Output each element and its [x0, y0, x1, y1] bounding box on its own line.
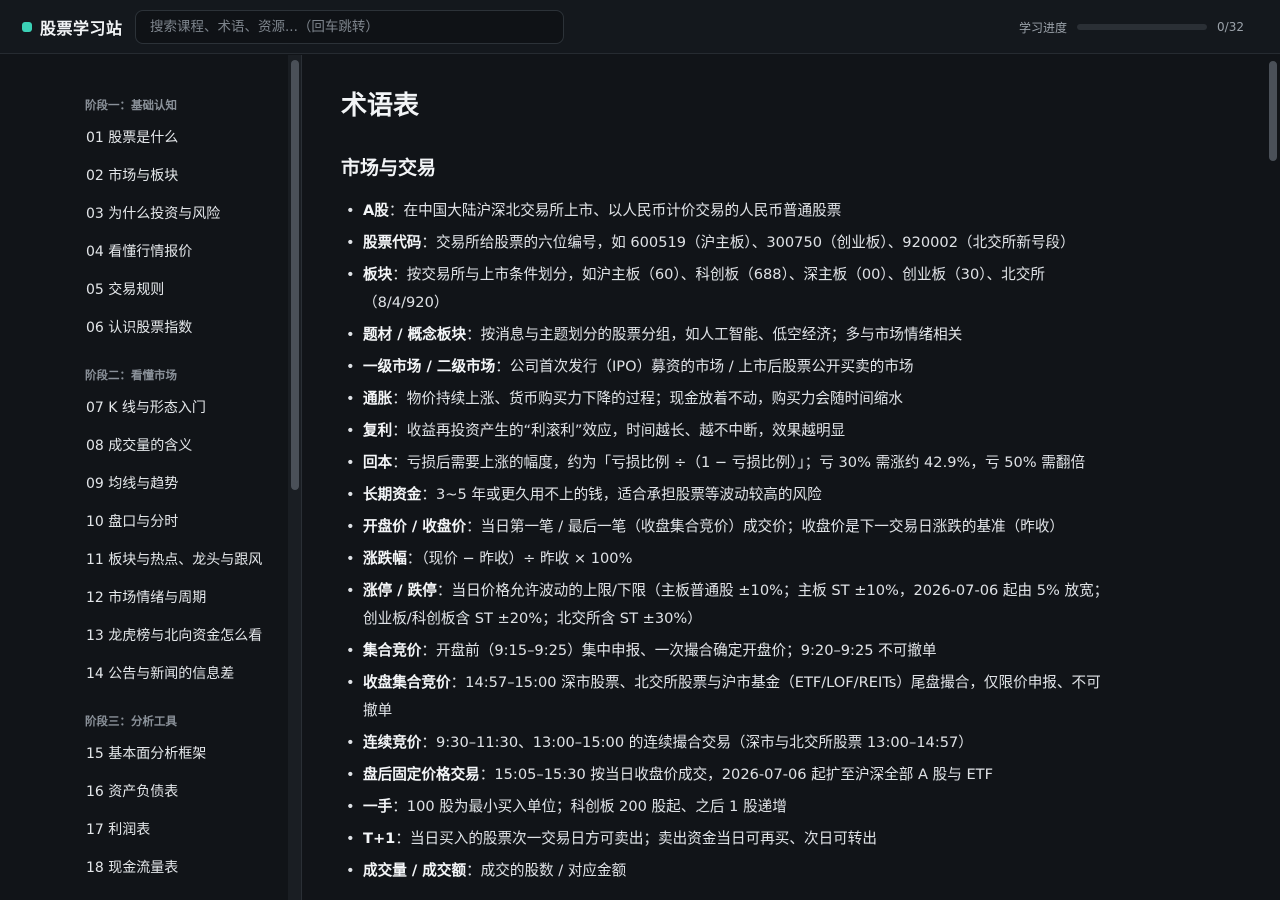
sidebar-item-06[interactable]: 06 认识股票指数	[85, 309, 220, 347]
term-item: 通胀：物价持续上涨、货币购买力下降的过程；现金放着不动，购买力会随时间缩水	[341, 385, 1111, 413]
sidebar-item-02[interactable]: 02 市场与板块	[85, 157, 220, 195]
term-name: 复利	[363, 422, 393, 439]
stage-title: 阶段三：分析工具	[85, 714, 177, 728]
term-name: 回本	[363, 454, 393, 471]
sidebar-item-04[interactable]: 04 看懂行情报价	[85, 233, 220, 271]
term-name: 长期资金	[363, 486, 422, 503]
main-content: 术语表 市场与交易 A股：在中国大陆沪深北交易所上市、以人民币计价交易的人民币普…	[303, 55, 1265, 900]
stage-title: 阶段二：看懂市场	[85, 368, 177, 382]
term-definition: ：亏损后需要上涨的幅度，约为「亏损比例 ÷（1 − 亏损比例）」；亏 30% 需…	[392, 454, 1086, 471]
sidebar-item-14[interactable]: 14 公告与新闻的信息差	[85, 655, 262, 693]
sidebar-item-03[interactable]: 03 为什么投资与风险	[85, 195, 220, 233]
term-definition: ：开盘前（9:15–9:25）集中申报、一次撮合确定开盘价；9:20–9:25 …	[421, 642, 937, 659]
term-name: 涨跌幅	[363, 550, 407, 567]
term-item: 连续竞价：9:30–11:30、13:00–15:00 的连续撮合交易（深市与北…	[341, 729, 1111, 757]
progress-count: 0/32	[1217, 20, 1244, 34]
term-name: 涨停 / 跌停	[363, 582, 437, 599]
term-name: 股票代码	[363, 234, 422, 251]
term-name: 通胀	[363, 390, 393, 407]
term-name: 题材 / 概念板块	[363, 326, 467, 343]
term-item: 收盘集合竞价：14:57–15:00 深市股票、北交所股票与沪市基金（ETF/L…	[341, 669, 1111, 725]
sidebar-item-17[interactable]: 17 利润表	[85, 811, 206, 849]
main-scrollbar[interactable]	[1266, 55, 1280, 900]
sidebar-item-15[interactable]: 15 基本面分析框架	[85, 735, 206, 773]
learning-progress: 学习进度 0/32	[1019, 17, 1244, 37]
stage-1: 阶段一：基础认知 01 股票是什么 02 市场与板块 03 为什么投资与风险 0…	[0, 95, 220, 347]
term-definition: ：物价持续上涨、货币购买力下降的过程；现金放着不动，购买力会随时间缩水	[392, 390, 903, 407]
term-item: 板块：按交易所与上市条件划分，如沪主板（60）、科创板（688）、深主板（00）…	[341, 261, 1111, 317]
sidebar-item-18[interactable]: 18 现金流量表	[85, 849, 206, 887]
term-name: 收盘集合竞价	[363, 674, 451, 691]
term-definition: ：按消息与主题划分的股票分组，如人工智能、低空经济；多与市场情绪相关	[466, 326, 963, 343]
sidebar: 阶段一：基础认知 01 股票是什么 02 市场与板块 03 为什么投资与风险 0…	[0, 55, 288, 900]
term-name: 集合竞价	[363, 642, 422, 659]
term-definition: ：15:05–15:30 按当日收盘价成交，2026-07-06 起扩至沪深全部…	[479, 766, 993, 783]
brand-logo-icon	[22, 22, 32, 32]
term-definition: ：3~5 年或更久用不上的钱，适合承担股票等波动较高的风险	[421, 486, 822, 503]
term-definition: ：公司首次发行（IPO）募资的市场 / 上市后股票公开买卖的市场	[495, 358, 914, 375]
main-scrollbar-thumb[interactable]	[1269, 61, 1277, 161]
term-name: 成交量 / 成交额	[363, 862, 467, 879]
section-title: 市场与交易	[341, 157, 437, 179]
term-definition: ：14:57–15:00 深市股票、北交所股票与沪市基金（ETF/LOF/REI…	[363, 674, 1101, 719]
term-item: 复利：收益再投资产生的“利滚利”效应，时间越长、越不中断，效果越明显	[341, 417, 1111, 445]
sidebar-item-16[interactable]: 16 资产负债表	[85, 773, 206, 811]
term-definition: ：9:30–11:30、13:00–15:00 的连续撮合交易（深市与北交所股票…	[421, 734, 973, 751]
term-name: 盘后固定价格交易	[363, 766, 480, 783]
stage-3: 阶段三：分析工具 15 基本面分析框架 16 资产负债表 17 利润表 18 现…	[0, 711, 206, 887]
term-item: 涨跌幅：（现价 − 昨收）÷ 昨收 × 100%	[341, 545, 1111, 573]
term-definition: ：当日买入的股票次一交易日方可卖出；卖出资金当日可再买、次日可转出	[395, 830, 877, 847]
term-definition: ：当日价格允许波动的上限/下限（主板普通股 ±10%；主板 ST ±10%，20…	[363, 582, 1109, 627]
term-item: 一手：100 股为最小买入单位；科创板 200 股起、之后 1 股递增	[341, 793, 1111, 821]
term-definition: ：100 股为最小买入单位；科创板 200 股起、之后 1 股递增	[392, 798, 787, 815]
term-name: 连续竞价	[363, 734, 422, 751]
term-definition: ：（现价 − 昨收）÷ 昨收 × 100%	[406, 550, 633, 567]
sidebar-item-01[interactable]: 01 股票是什么	[85, 119, 220, 157]
brand[interactable]: 股票学习站	[22, 17, 123, 38]
term-item: 集合竞价：开盘前（9:15–9:25）集中申报、一次撮合确定开盘价；9:20–9…	[341, 637, 1111, 665]
progress-label: 学习进度	[1019, 20, 1068, 35]
progress-bar	[1077, 24, 1208, 30]
term-definition: ：在中国大陆沪深北交易所上市、以人民币计价交易的人民币普通股票	[388, 202, 842, 219]
term-definition: ：当日第一笔 / 最后一笔（收盘集合竞价）成交价；收盘价是下一交易日涨跌的基准（…	[466, 518, 1065, 535]
term-list: A股：在中国大陆沪深北交易所上市、以人民币计价交易的人民币普通股票股票代码：交易…	[341, 197, 1111, 889]
term-name: 一级市场 / 二级市场	[363, 358, 496, 375]
stage-2: 阶段二：看懂市场 07 K 线与形态入门 08 成交量的含义 09 均线与趋势 …	[0, 365, 262, 693]
term-item: 涨停 / 跌停：当日价格允许波动的上限/下限（主板普通股 ±10%；主板 ST …	[341, 577, 1111, 633]
sidebar-item-08[interactable]: 08 成交量的含义	[85, 427, 262, 465]
term-definition: ：成交的股数 / 对应金额	[466, 862, 627, 879]
sidebar-item-07[interactable]: 07 K 线与形态入门	[85, 389, 262, 427]
term-item: 股票代码：交易所给股票的六位编号，如 600519（沪主板）、300750（创业…	[341, 229, 1111, 257]
term-item: 成交量 / 成交额：成交的股数 / 对应金额	[341, 857, 1111, 885]
brand-name: 股票学习站	[40, 19, 123, 38]
stage-title: 阶段一：基础认知	[85, 98, 177, 112]
term-name: 开盘价 / 收盘价	[363, 518, 467, 535]
term-item: A股：在中国大陆沪深北交易所上市、以人民币计价交易的人民币普通股票	[341, 197, 1111, 225]
term-name: A股	[363, 202, 389, 219]
term-definition: ：按交易所与上市条件划分，如沪主板（60）、科创板（688）、深主板（00）、创…	[363, 266, 1045, 311]
term-item: 题材 / 概念板块：按消息与主题划分的股票分组，如人工智能、低空经济；多与市场情…	[341, 321, 1111, 349]
search-input[interactable]	[135, 10, 564, 44]
term-definition: ：交易所给股票的六位编号，如 600519（沪主板）、300750（创业板）、9…	[421, 234, 1075, 251]
term-item: 一级市场 / 二级市场：公司首次发行（IPO）募资的市场 / 上市后股票公开买卖…	[341, 353, 1111, 381]
sidebar-item-10[interactable]: 10 盘口与分时	[85, 503, 262, 541]
sidebar-item-09[interactable]: 09 均线与趋势	[85, 465, 262, 503]
top-bar: 股票学习站 学习进度 0/32	[0, 0, 1280, 54]
sidebar-item-12[interactable]: 12 市场情绪与周期	[85, 579, 262, 617]
sidebar-item-05[interactable]: 05 交易规则	[85, 271, 220, 309]
term-name: 板块	[363, 266, 393, 283]
term-definition: ：收益再投资产生的“利滚利”效应，时间越长、越不中断，效果越明显	[392, 422, 846, 439]
sidebar-item-13[interactable]: 13 龙虎榜与北向资金怎么看	[85, 617, 262, 655]
term-name: T+1	[363, 830, 396, 847]
term-item: 开盘价 / 收盘价：当日第一笔 / 最后一笔（收盘集合竞价）成交价；收盘价是下一…	[341, 513, 1111, 541]
page-title: 术语表	[341, 91, 420, 121]
term-item: 回本：亏损后需要上涨的幅度，约为「亏损比例 ÷（1 − 亏损比例）」；亏 30%…	[341, 449, 1111, 477]
term-name: 一手	[363, 798, 393, 815]
term-item: 盘后固定价格交易：15:05–15:30 按当日收盘价成交，2026-07-06…	[341, 761, 1111, 789]
sidebar-scrollbar-thumb[interactable]	[291, 60, 299, 490]
term-item: 长期资金：3~5 年或更久用不上的钱，适合承担股票等波动较高的风险	[341, 481, 1111, 509]
sidebar-scrollbar[interactable]	[288, 55, 302, 900]
term-item: T+1：当日买入的股票次一交易日方可卖出；卖出资金当日可再买、次日可转出	[341, 825, 1111, 853]
sidebar-item-11[interactable]: 11 板块与热点、龙头与跟风	[85, 541, 262, 579]
